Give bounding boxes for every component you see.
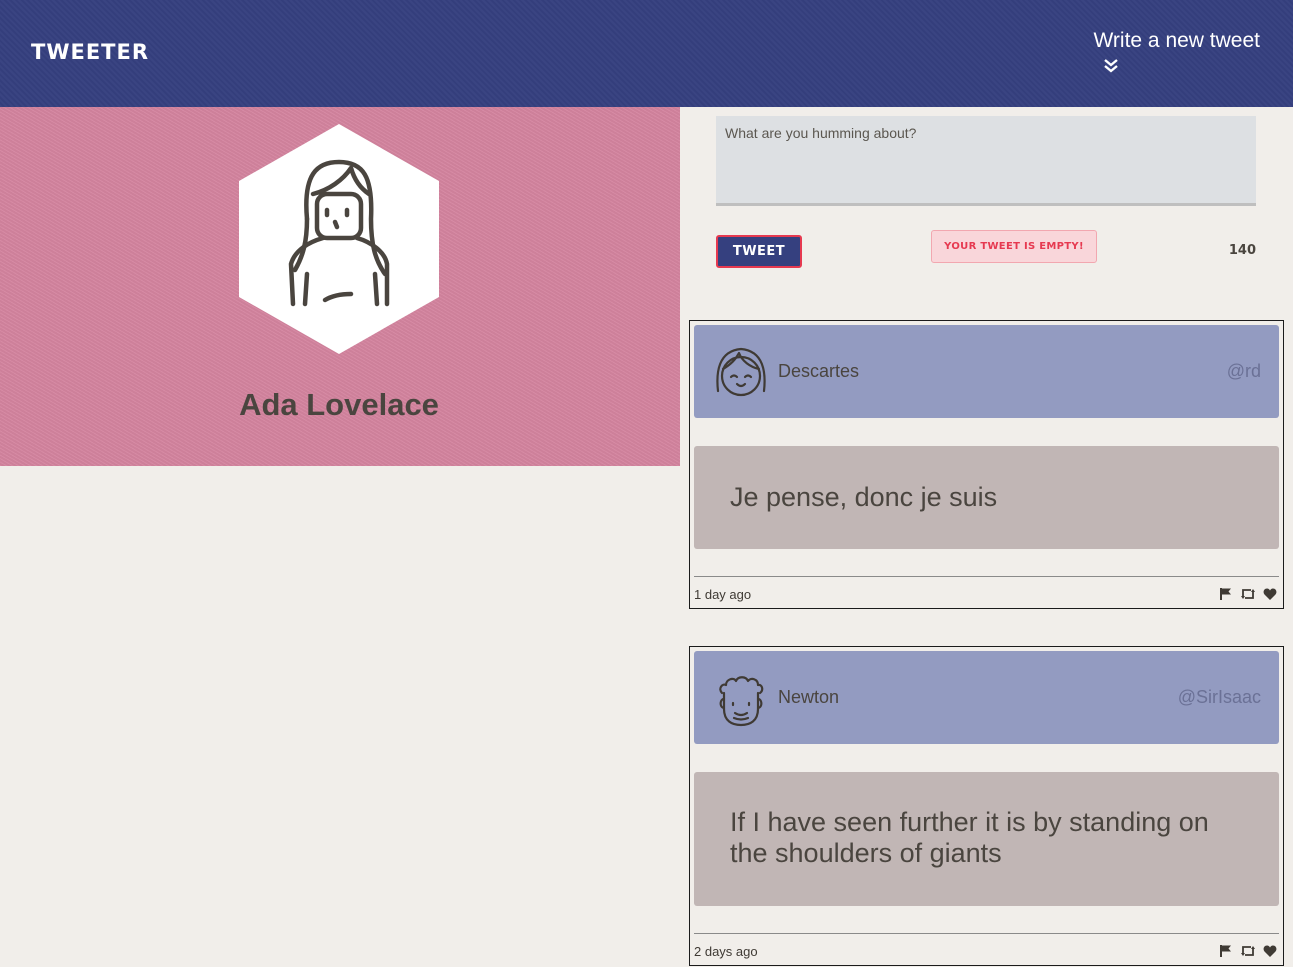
empty-tweet-error: YOUR TWEET IS EMPTY! xyxy=(931,230,1097,263)
app-logo[interactable]: TWEETER xyxy=(31,40,149,64)
tweet-text: Je pense, donc je suis xyxy=(730,482,998,512)
tweet-header: Descartes @rd xyxy=(694,325,1279,418)
tweet-footer: 1 day ago xyxy=(694,576,1279,602)
heart-icon[interactable] xyxy=(1263,944,1277,958)
tweet-header: Newton @SirIsaac xyxy=(694,651,1279,744)
double-chevron-down-icon[interactable] xyxy=(1015,29,1215,79)
top-navbar: TWEETER Write a new tweet xyxy=(0,0,1293,107)
tweet-text-input[interactable] xyxy=(716,116,1256,206)
profile-banner: Ada Lovelace xyxy=(0,107,680,466)
tweet-card: Newton @SirIsaac If I have seen further … xyxy=(689,646,1284,966)
tweet-actions xyxy=(1219,944,1277,958)
tweet-submit-button[interactable]: TWEET xyxy=(716,235,802,268)
flag-icon[interactable] xyxy=(1219,587,1233,601)
new-tweet-form xyxy=(716,116,1256,211)
tweet-content: Je pense, donc je suis xyxy=(694,446,1279,549)
tweet-card: Descartes @rd Je pense, donc je suis 1 d… xyxy=(689,320,1284,609)
heart-icon[interactable] xyxy=(1263,587,1277,601)
flag-icon[interactable] xyxy=(1219,944,1233,958)
profile-avatar xyxy=(239,124,439,354)
profile-name: Ada Lovelace xyxy=(239,387,439,422)
tweet-timestamp: 2 days ago xyxy=(694,944,758,959)
tweet-author-name[interactable]: Newton xyxy=(778,687,839,708)
tweet-author-name[interactable]: Descartes xyxy=(778,361,859,382)
tweet-author-handle[interactable]: @rd xyxy=(1227,361,1261,382)
retweet-icon[interactable] xyxy=(1240,587,1256,601)
char-counter: 140 xyxy=(1228,243,1256,258)
tweet-text: If I have seen further it is by standing… xyxy=(730,807,1209,868)
tweet-timestamp: 1 day ago xyxy=(694,587,752,602)
girl-bangs-avatar-icon xyxy=(716,347,766,397)
curly-hair-man-avatar-icon xyxy=(719,676,764,727)
tweet-author-handle[interactable]: @SirIsaac xyxy=(1178,687,1261,708)
tweet-content: If I have seen further it is by standing… xyxy=(694,772,1279,906)
tweet-footer: 2 days ago xyxy=(694,933,1279,959)
retweet-icon[interactable] xyxy=(1240,944,1256,958)
tweet-actions xyxy=(1219,587,1277,601)
